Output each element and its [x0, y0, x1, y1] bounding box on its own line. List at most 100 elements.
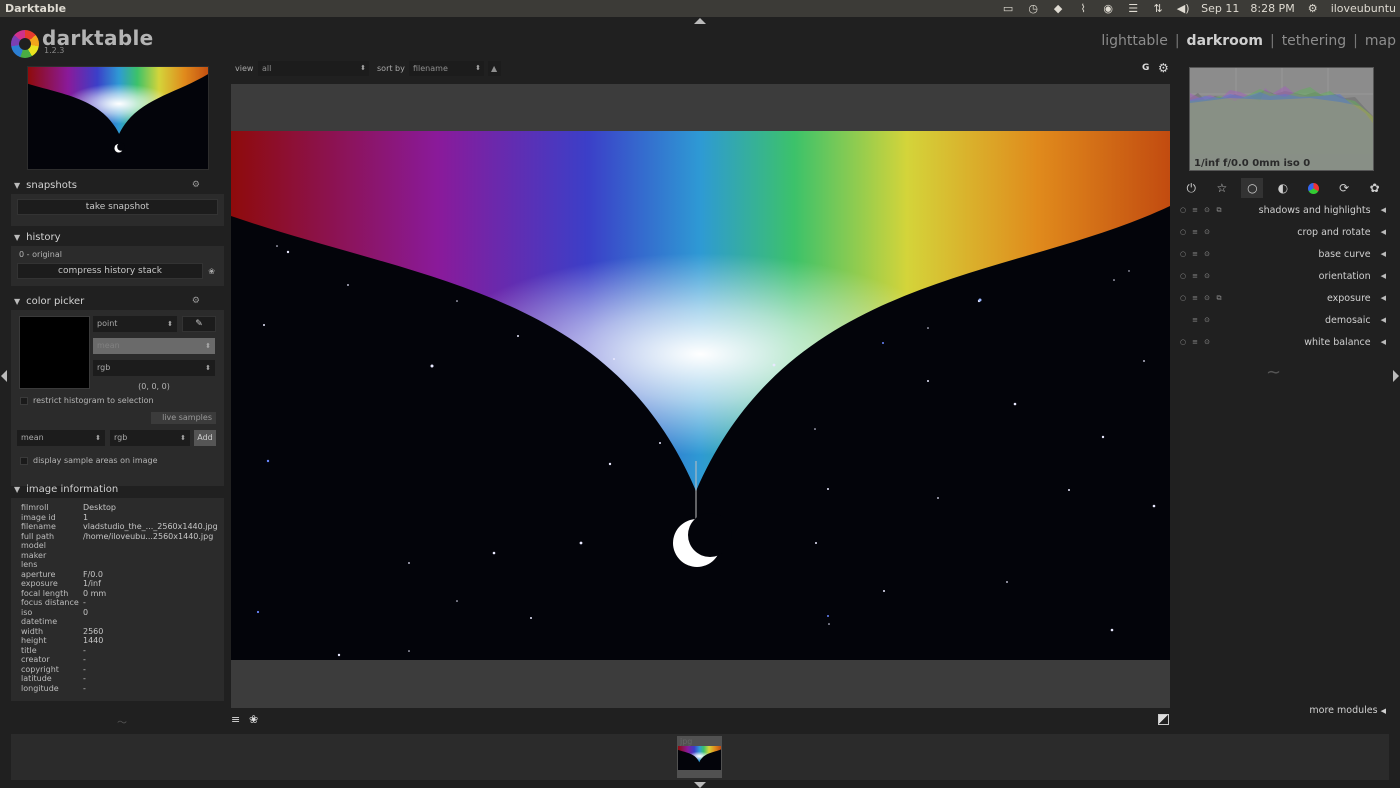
compress-history-button[interactable]: compress history stack [17, 263, 203, 279]
history-item-original[interactable]: 0 - original [19, 250, 218, 259]
os-date[interactable]: Sep 11 [1201, 2, 1239, 15]
module-demosaic[interactable]: ≡ ⊙ demosaic ◀ [1176, 309, 1390, 331]
module-white-balance[interactable]: ○ ≡ ⊙ white balance ◀ [1176, 331, 1390, 353]
module-presets-icon[interactable]: ≡ [1190, 206, 1200, 214]
clock-icon[interactable]: ◷ [1026, 2, 1040, 15]
view-switcher: lighttable | darkroom | tethering | map [1101, 33, 1396, 49]
module-exposure[interactable]: ○ ≡ ⊙ ⧉ exposure ◀ [1176, 287, 1390, 309]
network-icon[interactable]: ⇅ [1151, 2, 1165, 15]
view-darkroom[interactable]: darkroom [1187, 33, 1263, 49]
info-key: width [21, 626, 44, 636]
more-modules-button[interactable]: more modules ◀ [1176, 702, 1390, 720]
preferences-gear-icon[interactable]: ⚙ [1158, 61, 1169, 75]
module-power-icon[interactable]: ○ [1178, 272, 1188, 280]
view-lighttable[interactable]: lighttable [1101, 33, 1168, 49]
sort-direction-triangle-up-icon[interactable]: ▲ [488, 61, 501, 76]
history-style-icon[interactable]: ❀ [208, 267, 215, 276]
menu-icon[interactable]: ☰ [1126, 2, 1140, 15]
module-presets-icon[interactable]: ≡ [1190, 272, 1200, 280]
sample-stat-select[interactable]: mean ⬍ [17, 430, 105, 446]
module-presets-icon[interactable]: ≡ [1190, 338, 1200, 346]
color-circle-icon[interactable] [1303, 178, 1325, 198]
picker-mode-select[interactable]: point ⬍ [93, 316, 177, 332]
edited-image[interactable] [231, 131, 1170, 660]
view-filter-select[interactable]: all ⬍ [258, 61, 369, 76]
module-power-icon[interactable]: ○ [1178, 338, 1188, 346]
info-value: Desktop [83, 503, 116, 512]
module-power-icon[interactable]: ○ [1178, 250, 1188, 258]
display-sample-areas-checkbox[interactable]: display sample areas on image [20, 456, 158, 465]
color-picker-toggle-icon[interactable]: ✎ [182, 316, 216, 332]
expand-triangle-icon: ◀ [1380, 272, 1386, 280]
terminal-icon[interactable]: ▭ [1001, 2, 1015, 15]
darkroom-canvas[interactable] [231, 84, 1170, 708]
power-icon[interactable]: ⏻ [1180, 178, 1202, 198]
dropbox-icon[interactable]: ◆ [1051, 2, 1065, 15]
histogram[interactable]: 1/inf f/0.0 0mm iso 0 [1189, 67, 1374, 171]
module-reset-icon[interactable]: ⊙ [1202, 294, 1212, 302]
view-map[interactable]: map [1365, 33, 1396, 49]
module-orientation[interactable]: ○ ≡ ⊙ orientation ◀ [1176, 265, 1390, 287]
add-sample-button[interactable]: Add [194, 430, 216, 446]
module-reset-icon[interactable]: ⊙ [1202, 272, 1212, 280]
module-crop-and-rotate[interactable]: ○ ≡ ⊙ crop and rotate ◀ [1176, 221, 1390, 243]
color-picker-module: ▼ color picker ⚙ point ⬍ ✎ mean ⬍ rgb ⬍ (0,… [11, 292, 224, 486]
color-picker-header[interactable]: ▼ color picker ⚙ [11, 292, 224, 310]
collapse-bottom-arrow-icon[interactable] [694, 782, 706, 788]
module-presets-icon[interactable]: ≡ [1190, 316, 1200, 324]
clip-icon[interactable]: ⌇ [1076, 2, 1090, 15]
module-reset-icon[interactable]: ⊙ [1202, 338, 1212, 346]
gear-icon[interactable]: ⚙ [1306, 2, 1320, 15]
os-time[interactable]: 8:28 PM [1250, 2, 1294, 15]
collapse-top-arrow-icon[interactable] [694, 18, 706, 24]
sort-by-select[interactable]: filename ⬍ [409, 61, 484, 76]
info-key: exposure [21, 579, 58, 588]
module-instance-icon[interactable]: ⧉ [1214, 206, 1224, 215]
snapshots-header[interactable]: ▼ snapshots ⚙ [11, 176, 224, 194]
take-snapshot-button[interactable]: take snapshot [17, 199, 218, 215]
module-reset-icon[interactable]: ⊙ [1202, 316, 1212, 324]
expand-triangle-icon: ▼ [14, 232, 21, 242]
picker-stat-select[interactable]: mean ⬍ [93, 338, 215, 354]
reset-icon[interactable]: ⚙ [192, 180, 200, 190]
module-shadows-and-highlights[interactable]: ○ ≡ ⊙ ⧉ shadows and highlights ◀ [1176, 199, 1390, 221]
image-information-header[interactable]: ▼ image information [11, 480, 224, 498]
star-icon[interactable]: ☆ [1211, 178, 1233, 198]
circle-icon[interactable]: ○ [1241, 178, 1264, 198]
navigation-thumbnail[interactable] [27, 66, 209, 170]
collapse-right-arrow-icon[interactable] [1393, 370, 1399, 382]
module-instance-icon[interactable]: ⧉ [1214, 294, 1224, 303]
module-base-curve[interactable]: ○ ≡ ⊙ base curve ◀ [1176, 243, 1390, 265]
reset-icon[interactable]: ⚙ [192, 296, 200, 306]
filmstrip-thumbnail[interactable]: jpg [677, 736, 722, 778]
os-user[interactable]: iloveubuntu [1331, 2, 1396, 15]
checkbox-icon[interactable] [20, 396, 28, 405]
module-power-icon[interactable]: ○ [1178, 228, 1188, 236]
module-reset-icon[interactable]: ⊙ [1202, 228, 1212, 236]
module-presets-icon[interactable]: ≡ [1190, 294, 1200, 302]
half-circle-icon[interactable]: ◐ [1272, 178, 1294, 198]
module-power-icon[interactable]: ○ [1178, 206, 1188, 214]
view-tethering[interactable]: tethering [1282, 33, 1346, 49]
effects-icon[interactable]: ✿ [1364, 178, 1386, 198]
module-reset-icon[interactable]: ⊙ [1202, 250, 1212, 258]
module-reset-icon[interactable]: ⊙ [1202, 206, 1212, 214]
sample-colorspace-select[interactable]: rgb ⬍ [110, 430, 190, 446]
curve-icon[interactable]: ⟳ [1333, 178, 1355, 198]
restrict-histogram-checkbox[interactable]: restrict histogram to selection [20, 396, 154, 405]
overexposure-toggle-icon[interactable] [1158, 714, 1169, 725]
module-presets-icon[interactable]: ≡ [1190, 250, 1200, 258]
center-top-toolbar: view all ⬍ sort by filename ⬍ ▲ G ⚙ [231, 60, 1171, 78]
collapse-left-arrow-icon[interactable] [1, 370, 7, 382]
info-key: aperture [21, 569, 56, 579]
quick-access-menu-icon[interactable]: ≡ [231, 713, 240, 726]
history-header[interactable]: ▼ history [11, 228, 224, 246]
picker-colorspace-select[interactable]: rgb ⬍ [93, 360, 215, 376]
eye-icon[interactable]: ◉ [1101, 2, 1115, 15]
module-presets-icon[interactable]: ≡ [1190, 228, 1200, 236]
volume-icon[interactable]: ◀) [1176, 2, 1190, 15]
checkbox-icon[interactable] [20, 456, 28, 465]
grouping-toggle[interactable]: G [1142, 63, 1149, 73]
module-power-icon[interactable]: ○ [1178, 294, 1188, 302]
styles-icon[interactable]: ❀ [249, 713, 258, 726]
